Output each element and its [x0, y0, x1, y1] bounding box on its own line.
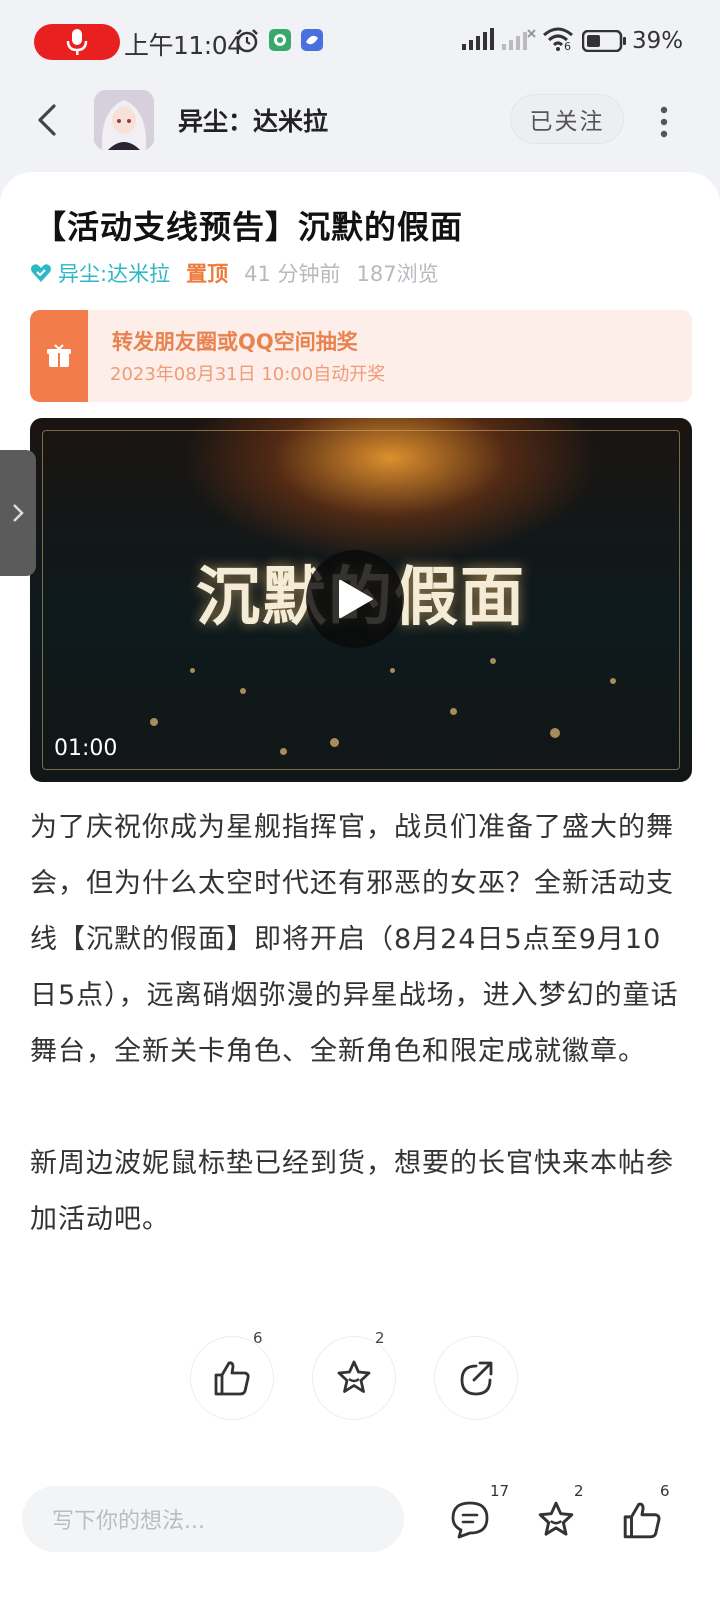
microphone-icon: [66, 29, 88, 55]
chevron-right-icon: [13, 504, 24, 522]
author-name[interactable]: 异尘:达米拉: [58, 258, 170, 288]
favorite-button[interactable]: 2: [312, 1329, 396, 1420]
lottery-title: 转发朋友圈或QQ空间抽奖: [112, 330, 358, 354]
post-time: 41 分钟前: [244, 262, 341, 286]
app-notification-icon: [269, 29, 291, 51]
bottom-like-count: 6: [660, 1482, 670, 1500]
post-meta: 异尘:达米拉 置顶 41 分钟前 187浏览: [30, 258, 439, 288]
status-time: 上午11:04: [124, 31, 243, 60]
top-header: 异尘：达米拉 已关注: [0, 86, 720, 176]
thumbs-up-icon: [214, 1361, 250, 1396]
share-button[interactable]: [434, 1336, 518, 1420]
post-card: 【活动支线预告】沉默的假面 异尘:达米拉 置顶 41 分钟前 187浏览 转发朋…: [0, 172, 720, 1492]
back-arrow-icon[interactable]: [30, 102, 66, 138]
status-bar: 上午11:04 6 39%: [0, 0, 720, 86]
lottery-subtitle: 2023年08月31日 10:00自动开奖: [110, 364, 386, 385]
thumbs-up-icon: [623, 1502, 661, 1539]
post-paragraph: 新周边波妮鼠标垫已经到货，想要的长官快来本帖参加活动吧。: [30, 1148, 674, 1235]
lottery-icon-box: [30, 310, 88, 402]
comment-input[interactable]: 写下你的想法...: [22, 1486, 404, 1552]
pinned-badge: 置顶: [186, 262, 229, 286]
avatar-image: [94, 90, 154, 150]
video-duration: 01:00: [54, 736, 118, 761]
bottom-bar: 写下你的想法... 17 2 6: [0, 1468, 720, 1600]
play-icon: [339, 579, 373, 619]
post-paragraph: 为了庆祝你成为星舰指挥官，战员们准备了盛大的舞会，但为什么太空时代还有邪恶的女巫…: [30, 812, 679, 1067]
post-title: 【活动支线预告】沉默的假面: [34, 208, 464, 246]
battery-icon: [582, 30, 626, 52]
app-notification-icon-2: [301, 29, 323, 51]
lottery-banner[interactable]: 转发朋友圈或QQ空间抽奖 2023年08月31日 10:00自动开奖: [30, 310, 692, 402]
post-actions: 6 2: [0, 1329, 720, 1426]
like-count: 6: [253, 1329, 263, 1347]
channel-avatar[interactable]: [94, 90, 154, 150]
play-button[interactable]: [306, 550, 404, 648]
signal-2-icon: [502, 29, 536, 50]
signal-icon: [462, 28, 494, 50]
star-icon: [337, 1360, 371, 1393]
follow-button[interactable]: 已关注: [510, 94, 624, 144]
comment-bubble-icon: [451, 1501, 489, 1539]
post-body: 为了庆祝你成为星舰指挥官，战员们准备了盛大的舞会，但为什么太空时代还有邪恶的女巫…: [30, 800, 682, 1248]
bottom-favorite-count: 2: [574, 1482, 584, 1500]
comment-count: 17: [490, 1482, 510, 1500]
verified-heart-icon: [31, 264, 51, 282]
favorite-count: 2: [375, 1329, 385, 1347]
side-drawer-tab[interactable]: [0, 450, 36, 576]
view-count: 187浏览: [356, 262, 439, 286]
gift-icon: [47, 344, 71, 367]
more-vertical-icon[interactable]: [656, 104, 672, 140]
video-player[interactable]: 沉默的假面 01:00: [30, 418, 692, 782]
channel-name[interactable]: 异尘：达米拉: [178, 102, 328, 138]
wifi-badge: 6: [564, 40, 571, 53]
star-icon: [538, 1501, 574, 1536]
recording-indicator[interactable]: [34, 24, 120, 60]
like-button[interactable]: 6: [190, 1329, 274, 1420]
battery-percent: 39%: [632, 28, 684, 54]
share-icon: [460, 1361, 493, 1396]
alarm-icon: [236, 29, 258, 53]
